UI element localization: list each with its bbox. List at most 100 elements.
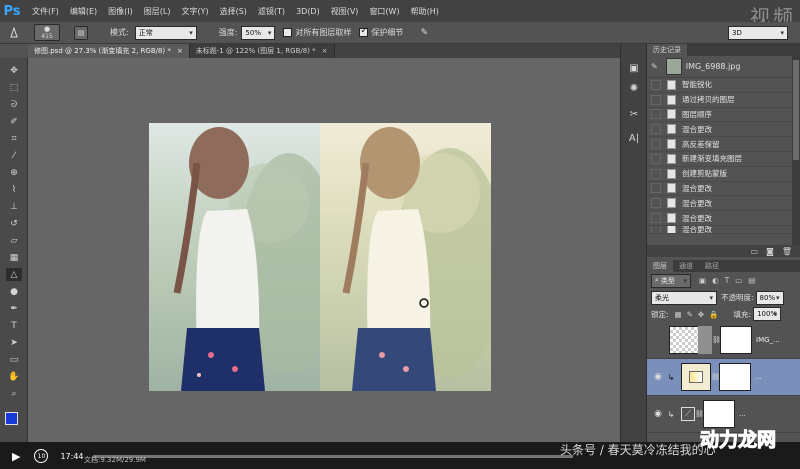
protect-detail-option[interactable]: 保护细节 xyxy=(359,26,403,38)
history-item[interactable]: 高反差保留 xyxy=(647,137,800,152)
strength-input[interactable]: 50% xyxy=(241,25,276,40)
menu-3d[interactable]: 3D(D) xyxy=(296,7,320,16)
menu-image[interactable]: 图像(I) xyxy=(108,6,133,17)
sample-all-layers-checkbox[interactable] xyxy=(283,28,293,37)
actions-panel-icon[interactable]: ✺ xyxy=(626,80,642,96)
brush-preset-picker[interactable]: ● 415 xyxy=(34,24,60,41)
history-item[interactable]: 混合更改 xyxy=(647,122,800,138)
brush-tool-icon[interactable]: ⌇ xyxy=(6,183,22,196)
pressure-brush-icon[interactable]: ✎ xyxy=(417,26,431,40)
smudge-tool-preset-icon[interactable] xyxy=(0,26,28,39)
sample-all-layers-option[interactable]: 对所有图层取样 xyxy=(283,27,351,38)
history-checkbox[interactable] xyxy=(651,225,661,233)
tab-channels[interactable]: 通道 xyxy=(673,260,699,272)
history-item[interactable]: 智能锐化 xyxy=(647,78,800,93)
eyedropper-tool-icon[interactable]: ⁄ xyxy=(6,149,22,162)
history-checkbox[interactable] xyxy=(651,139,661,150)
tab-document-1[interactable]: 修图.psd @ 27.3% (渐变填充 2, RGB/8) * × xyxy=(28,44,190,58)
menu-edit[interactable]: 编辑(E) xyxy=(70,6,97,17)
filter-kind-icons[interactable]: ▣◐T▭▤ xyxy=(699,276,761,285)
new-document-from-state-icon[interactable]: ▭ xyxy=(751,247,759,256)
close-icon[interactable]: × xyxy=(322,47,328,55)
zoom-tool-icon[interactable]: ⌕ xyxy=(6,387,22,400)
document-canvas[interactable] xyxy=(149,123,491,391)
menu-window[interactable]: 窗口(W) xyxy=(369,6,399,17)
path-select-tool-icon[interactable]: ➤ xyxy=(6,336,22,349)
link-icon[interactable]: ⛓ xyxy=(712,336,721,344)
menu-type[interactable]: 文字(Y) xyxy=(181,6,208,17)
tab-paths[interactable]: 路径 xyxy=(699,260,725,272)
history-item[interactable]: 图层顺序 xyxy=(647,108,800,123)
tool-presets-icon[interactable]: ✂ xyxy=(626,106,642,122)
link-icon[interactable]: ⛓ xyxy=(711,373,720,381)
opacity-input[interactable]: 80% xyxy=(755,290,784,305)
mode-select[interactable]: 正常 xyxy=(134,25,197,40)
layer-name[interactable]: IMG_... xyxy=(756,336,780,344)
close-icon[interactable]: × xyxy=(177,47,183,55)
history-checkbox[interactable] xyxy=(651,153,661,164)
history-checkbox[interactable] xyxy=(651,94,661,105)
pen-tool-icon[interactable]: ✒ xyxy=(6,302,22,315)
healing-brush-tool-icon[interactable]: ⊕ xyxy=(6,166,22,179)
history-item[interactable]: 混合更改 xyxy=(647,196,800,212)
history-checkbox[interactable] xyxy=(651,109,661,120)
history-item[interactable]: 混合更改 xyxy=(647,211,800,226)
shape-tool-icon[interactable]: ▭ xyxy=(6,353,22,366)
protect-detail-checkbox[interactable] xyxy=(359,26,369,37)
workspace-select[interactable]: 3D xyxy=(728,25,788,40)
history-checkbox[interactable] xyxy=(651,124,661,135)
tab-layers[interactable]: 图层 xyxy=(647,260,673,272)
tab-document-2[interactable]: 未标题-1 @ 122% (图层 1, RGB/8) * × xyxy=(189,44,335,58)
trash-icon[interactable]: 🗑 xyxy=(782,247,792,256)
lock-icons[interactable]: ▦✎✥🔒 xyxy=(675,310,724,319)
eraser-tool-icon[interactable]: ▱ xyxy=(6,234,22,247)
blend-mode-select[interactable]: 柔光 xyxy=(651,290,717,305)
type-tool-icon[interactable]: T xyxy=(6,319,22,332)
hand-tool-icon[interactable]: ✋ xyxy=(6,370,22,383)
history-checkbox[interactable] xyxy=(651,168,661,179)
menu-file[interactable]: 文件(F) xyxy=(32,6,59,17)
eye-icon[interactable]: ◉ xyxy=(651,370,665,384)
lasso-tool-icon[interactable]: ᘐ xyxy=(6,98,22,111)
play-icon[interactable]: ▶ xyxy=(12,450,20,463)
playback-progress-bar[interactable] xyxy=(93,455,573,458)
visibility-toggle[interactable] xyxy=(651,333,665,347)
history-item[interactable]: 创建剪贴蒙版 xyxy=(647,167,800,182)
eye-icon[interactable]: ◉ xyxy=(651,407,665,421)
history-item[interactable]: 通过拷贝的图层 xyxy=(647,93,800,108)
camera-icon[interactable]: ◙ xyxy=(766,247,774,256)
dodge-tool-icon[interactable]: ● xyxy=(6,285,22,298)
layer-name[interactable]: ... xyxy=(755,373,762,381)
character-panel-icon[interactable]: A| xyxy=(626,130,642,146)
history-panel-icon[interactable]: ▣ xyxy=(626,60,642,76)
history-checkbox[interactable] xyxy=(651,183,661,194)
foreground-color-swatch[interactable] xyxy=(5,412,18,425)
menu-help[interactable]: 帮助(H) xyxy=(411,6,439,17)
canvas-area[interactable] xyxy=(28,58,620,442)
history-item[interactable]: 新建渐变填充图层 xyxy=(647,152,800,167)
layer-row[interactable]: ◉ ↳ ⛓ ... xyxy=(647,359,800,396)
history-checkbox[interactable] xyxy=(651,198,661,209)
layer-filter-select[interactable]: ⌕ 类型 xyxy=(651,273,691,288)
quick-select-tool-icon[interactable]: ✐ xyxy=(6,115,22,128)
history-brush-tool-icon[interactable]: ↺ xyxy=(6,217,22,230)
gradient-tool-icon[interactable]: ▦ xyxy=(6,251,22,264)
marquee-tool-icon[interactable]: ⬚ xyxy=(6,81,22,94)
replay-10-icon[interactable]: 10 xyxy=(34,449,49,463)
layer-name[interactable]: ... xyxy=(739,410,746,418)
history-item[interactable]: 混合更改 xyxy=(647,182,800,197)
history-scrollbar[interactable] xyxy=(792,56,800,245)
menu-view[interactable]: 视图(V) xyxy=(331,6,359,17)
tab-history[interactable]: 历史记录 xyxy=(647,44,687,56)
history-item[interactable]: 混合更改 xyxy=(647,225,800,234)
history-scrollbar-thumb[interactable] xyxy=(793,60,799,160)
layer-mask-thumbnail[interactable] xyxy=(720,326,752,354)
history-snapshot[interactable]: ✎ IMG_6988.jpg xyxy=(647,56,800,78)
brush-panel-toggle[interactable]: ▤ xyxy=(74,25,88,40)
menu-select[interactable]: 选择(S) xyxy=(220,6,247,17)
layer-row[interactable]: ⛓ IMG_... xyxy=(647,322,800,359)
menu-filter[interactable]: 滤镜(T) xyxy=(258,6,285,17)
history-checkbox[interactable] xyxy=(651,213,661,224)
link-icon[interactable]: ⛓ xyxy=(695,410,704,418)
history-checkbox[interactable] xyxy=(651,79,661,90)
